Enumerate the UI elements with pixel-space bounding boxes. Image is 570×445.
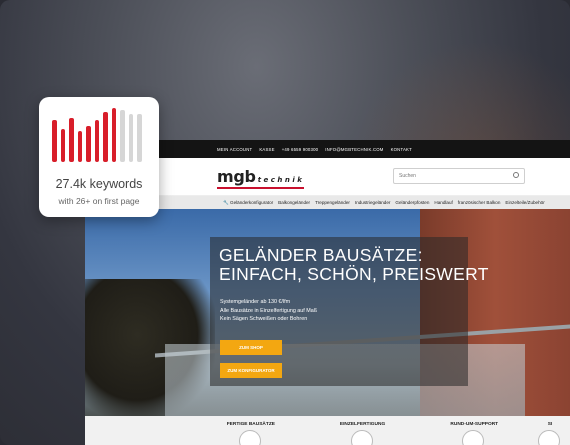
keywords-card: 27.4k keywords with 26+ on first page <box>39 97 159 217</box>
configurator-button[interactable]: ZUM KONFIGURATOR <box>220 363 282 378</box>
keyword-bar <box>120 110 125 162</box>
nav-item-parts[interactable]: Einzelteile/Zubehör <box>505 200 544 205</box>
keyword-bar <box>52 120 57 162</box>
my-account-link[interactable]: MEIN ACCOUNT <box>217 147 252 152</box>
keyword-bar <box>128 114 133 162</box>
hero-text-panel: GELÄNDER BAUSÄTZE: EINFACH, SCHÖN, PREIS… <box>210 237 488 386</box>
hero-text-line2: Alle Bausätze in Einzelfertigung auf Maß <box>220 307 318 314</box>
nav-item-french-balcony[interactable]: französischer Balkon <box>458 200 501 205</box>
keyword-bar <box>111 108 116 162</box>
hero-title-line1: GELÄNDER BAUSÄTZE: <box>219 245 423 265</box>
search-placeholder: Suchen <box>399 173 416 179</box>
feature-support-icon <box>462 430 485 445</box>
hero-title-line2: EINFACH, SCHÖN, PREISWERT <box>219 264 489 284</box>
feature-custom: EINZELFERTIGUNG <box>307 416 419 445</box>
nav-item-configurator[interactable]: 🔧 Geländerkonfigurator <box>223 200 273 206</box>
feature-fourth: SI <box>530 416 570 445</box>
keywords-count: 27.4k keywords <box>55 177 143 191</box>
shop-button[interactable]: ZUM SHOP <box>220 340 282 355</box>
feature-kits: FERTIGE BAUSÄTZE <box>195 416 307 445</box>
nav-item-balcony[interactable]: Balkongeländer <box>278 200 310 205</box>
nav-item-industrial[interactable]: Industriegeländer <box>355 200 391 205</box>
nav-item-posts[interactable]: Geländerpfosten <box>395 200 429 205</box>
feature-fourth-icon <box>538 430 561 445</box>
logo-main: mgb <box>217 167 256 186</box>
hero-text-line3: Kein Sägen Schweißen oder Bohren <box>220 316 308 322</box>
nav-item-handrail[interactable]: Handlauf <box>434 200 452 205</box>
hero-banner: GELÄNDER BAUSÄTZE: EINFACH, SCHÖN, PREIS… <box>85 209 570 416</box>
nav-item-configurator-label: Geländerkonfigurator <box>230 199 274 205</box>
keyword-bar <box>86 126 91 162</box>
features-bar: FERTIGE BAUSÄTZE EINZELFERTIGUNG RUND-UM… <box>85 416 570 445</box>
checkout-link[interactable]: KASSE <box>259 147 274 152</box>
keywords-subtitle: with 26+ on first page <box>58 196 140 206</box>
search-input[interactable]: Suchen <box>393 168 525 184</box>
keyword-bar <box>69 118 74 162</box>
nav-item-stairs[interactable]: Treppengeländer <box>315 200 350 205</box>
feature-support-label: RUND-UM-SUPPORT <box>450 422 499 427</box>
email-link[interactable]: INFO@MGBTECHNIK.COM <box>325 147 383 152</box>
search-icon[interactable] <box>513 172 519 178</box>
hero-text: Systemgeländer ab 130 €/lfm Alle Bausätz… <box>210 284 468 324</box>
feature-support: RUND-UM-SUPPORT <box>418 416 530 445</box>
keyword-bar <box>60 129 65 162</box>
feature-kits-label: FERTIGE BAUSÄTZE <box>226 422 275 427</box>
keywords-bar-chart <box>52 108 147 162</box>
feature-custom-icon <box>350 430 373 445</box>
keyword-bar <box>94 120 99 162</box>
hero-title: GELÄNDER BAUSÄTZE: EINFACH, SCHÖN, PREIS… <box>210 237 488 284</box>
hero-text-line1: Systemgeländer ab 130 €/lfm <box>220 299 291 305</box>
feature-kits-icon <box>238 430 261 445</box>
keyword-bar <box>137 114 142 162</box>
logo-sub: technik <box>257 176 305 184</box>
feature-fourth-label: SI <box>547 422 553 427</box>
keyword-bar <box>103 112 108 162</box>
keyword-bar <box>77 131 82 162</box>
mgb-logo[interactable]: mgb technik <box>217 167 305 189</box>
logo-underline <box>217 187 305 189</box>
feature-custom-label: EINZELFERTIGUNG <box>339 422 386 427</box>
contact-link[interactable]: KONTAKT <box>391 147 412 152</box>
phone-link[interactable]: +49 6559 900300 <box>282 147 319 152</box>
